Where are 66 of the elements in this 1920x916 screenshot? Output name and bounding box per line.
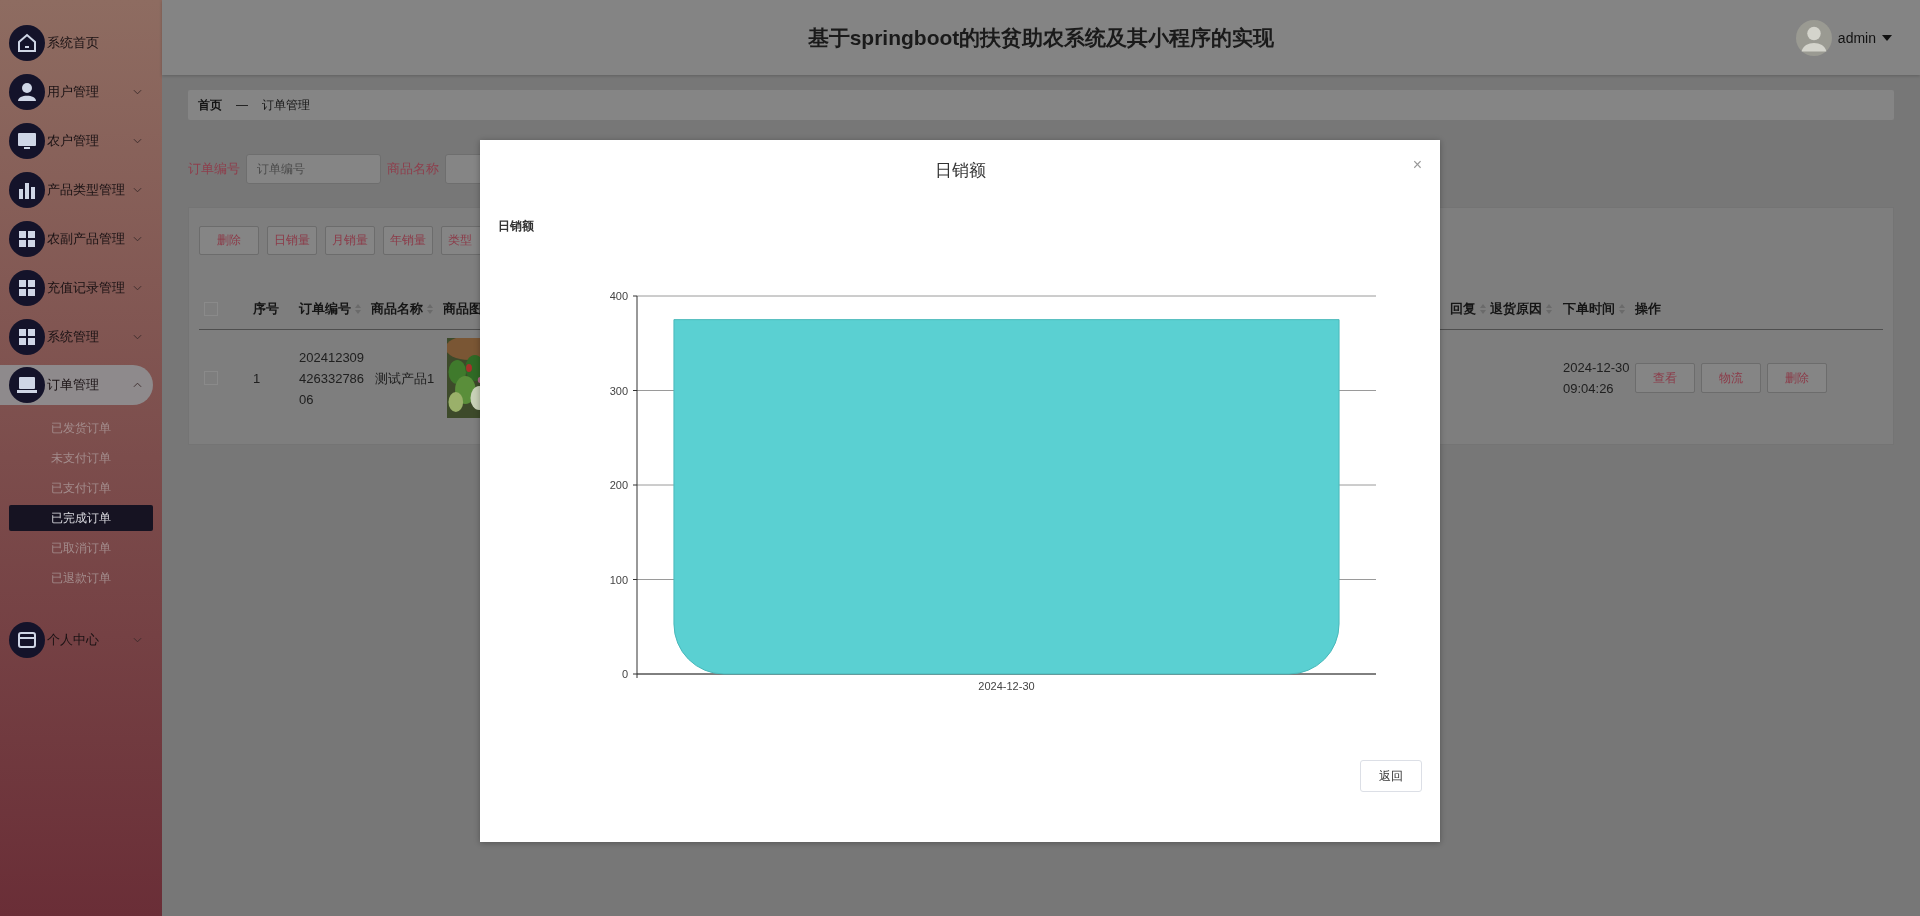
chevron-down-icon <box>133 235 142 242</box>
back-button[interactable]: 返回 <box>1360 760 1422 792</box>
breadcrumb-separator: — <box>236 98 248 112</box>
close-button[interactable]: × <box>1412 156 1422 174</box>
user-name[interactable]: admin <box>1837 30 1876 46</box>
toolbar-button[interactable]: 月销量 <box>325 226 375 255</box>
submenu-item[interactable]: 已退款订单 <box>9 565 153 591</box>
submenu-item[interactable]: 已取消订单 <box>9 535 153 561</box>
submenu-item[interactable]: 已完成订单 <box>9 505 153 531</box>
column-header: 退货原因 <box>1490 300 1542 318</box>
column-header: 下单时间 <box>1563 300 1615 318</box>
axis-tick-label: 2024-12-30 <box>978 680 1035 692</box>
app-title: 基于springboot的扶贫助农系统及其小程序的实现 <box>807 24 1275 51</box>
breadcrumb-item[interactable]: 首页 <box>198 96 222 114</box>
axis-tick-label: 300 <box>609 384 628 397</box>
chevron-down-icon <box>133 88 142 95</box>
caret-icon[interactable] <box>1882 35 1892 41</box>
chevron-down-icon <box>133 333 142 340</box>
chevron-down-icon <box>133 137 142 144</box>
chevron-down-icon <box>133 186 142 193</box>
table-cell-text: 测试产品1 <box>375 369 436 388</box>
sidebar-item[interactable]: 农副产品管理 <box>0 214 162 263</box>
toolbar-button[interactable]: 日销量 <box>267 226 317 255</box>
table-cell-text: 20241230942633278606 <box>299 348 366 409</box>
sidebar-item[interactable]: 产品类型管理 <box>0 165 162 214</box>
sidebar-item[interactable]: 农户管理 <box>0 116 162 165</box>
column-header: 序号 <box>253 300 279 318</box>
column-header: 订单编号 <box>299 300 351 318</box>
bars-icon <box>9 171 45 208</box>
table-cell-text: 1 <box>253 370 262 386</box>
laptop-icon <box>9 367 45 403</box>
card-icon <box>9 621 45 658</box>
toolbar-button[interactable]: 年销量 <box>383 226 433 255</box>
user-icon <box>9 73 45 110</box>
home-icon <box>9 24 45 61</box>
sidebar-item[interactable]: 个人中心 <box>0 615 162 664</box>
avatar-icon <box>1795 20 1832 56</box>
axis-tick-label: 100 <box>609 573 628 586</box>
column-header: 回复 <box>1450 300 1476 318</box>
chevron-up-icon <box>133 382 142 388</box>
toolbar-button[interactable]: 删除 <box>199 226 259 255</box>
breadcrumb-item[interactable]: 订单管理 <box>262 96 310 114</box>
chevron-down-icon <box>133 636 142 643</box>
sidebar-item[interactable]: 系统首页 <box>0 18 162 67</box>
row-action-button[interactable]: 物流 <box>1701 363 1761 393</box>
row-action-button[interactable]: 删除 <box>1767 363 1827 393</box>
sidebar-item[interactable]: 用户管理 <box>0 67 162 116</box>
row-action-button[interactable]: 查看 <box>1635 363 1695 393</box>
sidebar-item[interactable]: 订单管理 <box>0 365 153 405</box>
dialog-title: 日销额 <box>934 159 986 182</box>
axis-tick-label: 400 <box>609 290 628 302</box>
sidebar-item[interactable]: 系统管理 <box>0 312 162 361</box>
monitor-icon <box>9 122 45 159</box>
grid-icon <box>9 269 45 306</box>
grid-icon <box>9 318 45 355</box>
submenu-item[interactable]: 未支付订单 <box>9 445 153 471</box>
sidebar-item[interactable]: 充值记录管理 <box>0 263 162 312</box>
table-cell-text: 2024-12-30 09:04:26 <box>1563 359 1631 398</box>
axis-tick-label: 0 <box>621 668 628 680</box>
grid-icon <box>9 220 45 257</box>
submenu-item[interactable]: 已支付订单 <box>9 475 153 501</box>
column-header: 商品名称 <box>371 300 423 318</box>
chart-title: 日销额 <box>498 218 535 235</box>
axis-tick-label: 200 <box>609 479 628 491</box>
column-header: 操作 <box>1635 300 1661 318</box>
chevron-down-icon <box>133 284 142 291</box>
